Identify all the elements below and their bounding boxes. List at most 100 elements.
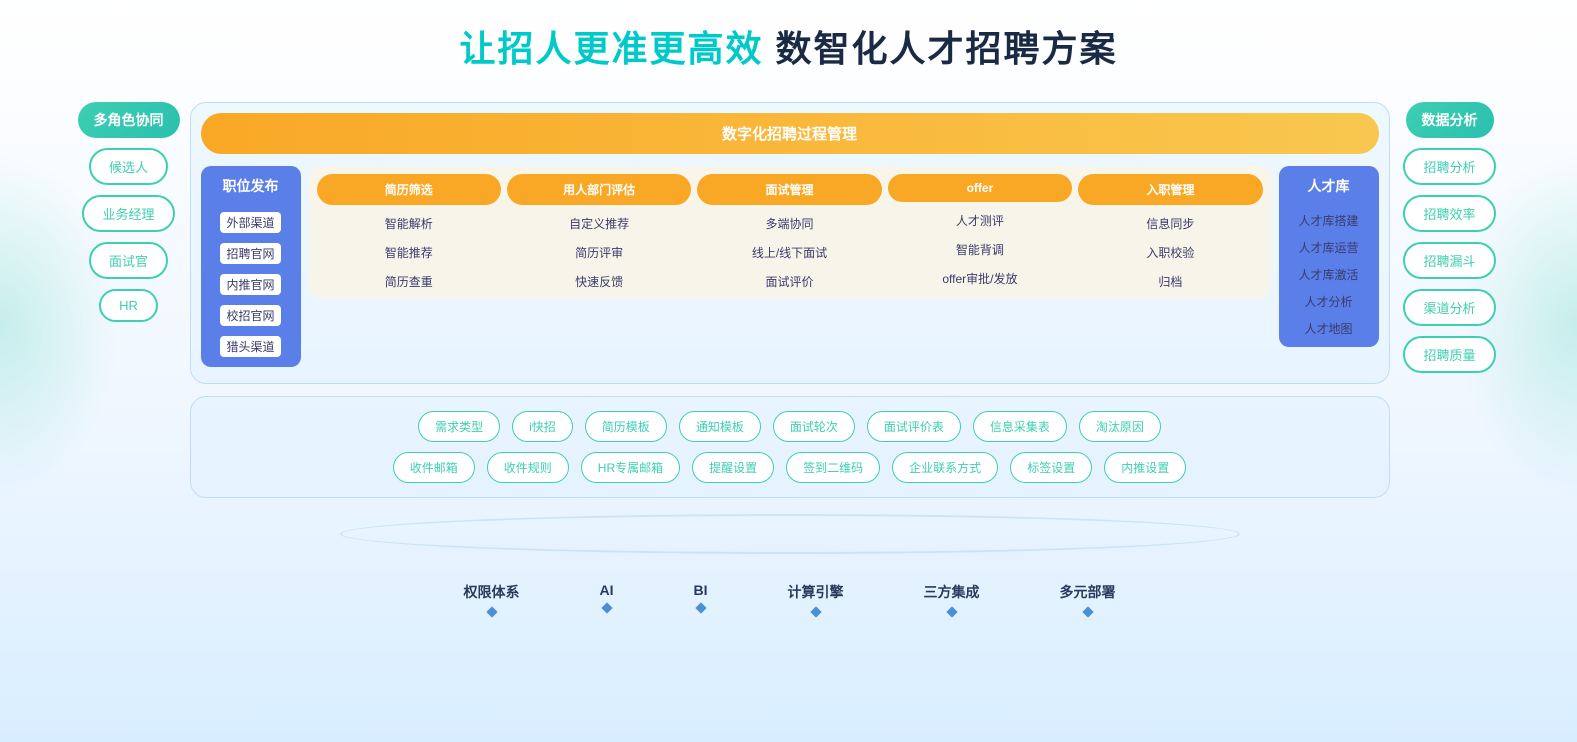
process-steps: 简历筛选 智能解析 智能推荐 简历查重 用人部门评估 自定义推荐 [309,166,1271,298]
bottom-label-4: 三方集成 [924,582,980,616]
right-pill-4: 招聘质量 [1403,336,1495,373]
tools-row-2: 收件邮箱 收件规则 HR专属邮箱 提醒设置 签到二维码 企业联系方式 标签设置 … [211,452,1369,483]
step-col-4: 入职管理 信息同步 入职校验 归档 [1078,174,1262,290]
talent-item-3: 人才分析 [1304,293,1352,310]
tool-8: 收件邮箱 [393,452,475,483]
talent-item-4: 人才地图 [1304,320,1352,337]
step-header-0: 简历筛选 [317,174,501,205]
job-posting-title: 职位发布 [223,176,279,196]
main-title: 让招人更准更高效 数智化人才招聘方案 [0,20,1577,72]
right-sidebar-title: 数据分析 [1406,102,1494,138]
tool-13: 企业联系方式 [892,452,998,483]
job-posting-items: 外部渠道 招聘官网 内推官网 校招官网 猎头渠道 [220,212,280,357]
step-0-item-0: 智能解析 [385,215,433,232]
bottom-dot-2 [695,602,706,613]
tool-11: 提醒设置 [692,452,774,483]
bottom-dot-5 [1082,606,1093,617]
left-sidebar-title: 多角色协同 [78,102,180,138]
step-3-item-1: 智能背调 [956,241,1004,258]
step-2-item-0: 多端协同 [766,215,814,232]
step-0-item-2: 简历查重 [385,273,433,290]
title-part1: 让招人更准更高效 [459,28,763,69]
right-pill-0: 招聘分析 [1403,148,1495,185]
page-wrapper: 让招人更准更高效 数智化人才招聘方案 多角色协同 候选人 业务经理 面试官 HR… [0,0,1577,742]
tool-10: HR专属邮箱 [581,452,680,483]
right-sidebar: 数据分析 招聘分析 招聘效率 招聘漏斗 渠道分析 招聘质量 [1400,102,1500,373]
job-item-2: 内推官网 [220,274,280,295]
job-posting-column: 职位发布 外部渠道 招聘官网 内推官网 校招官网 猎头渠道 [201,166,301,367]
step-items-1: 自定义推荐 简历评审 快速反馈 [507,215,691,290]
bottom-label-1: AI [600,582,614,616]
talent-pool-column: 人才库 人才库搭建 人才库运营 人才库激活 人才分析 人才地图 [1279,166,1379,347]
step-col-1: 用人部门评估 自定义推荐 简历评审 快速反馈 [507,174,691,290]
tool-0: 需求类型 [418,411,500,442]
step-3-item-2: offer审批/发放 [942,270,1017,287]
bottom-label-5: 多元部署 [1060,582,1116,616]
bottom-dot-0 [486,606,497,617]
tool-14: 标签设置 [1010,452,1092,483]
process-header: 数字化招聘过程管理 [201,113,1379,154]
job-item-3: 校招官网 [220,305,280,326]
sidebar-pill-candidate: 候选人 [89,148,168,185]
step-items-0: 智能解析 智能推荐 简历查重 [317,215,501,290]
tools-rows: 需求类型 i快招 简历模板 通知模板 面试轮次 面试评价表 信息采集表 淘汰原因… [211,411,1369,483]
tool-1: i快招 [512,411,573,442]
tool-3: 通知模板 [679,411,761,442]
step-header-4: 入职管理 [1078,174,1262,205]
bottom-label-0: 权限体系 [464,582,520,616]
step-2-item-2: 面试评价 [766,273,814,290]
step-header-1: 用人部门评估 [507,174,691,205]
bottom-label-3: 计算引擎 [788,582,844,616]
tools-area: 需求类型 i快招 简历模板 通知模板 面试轮次 面试评价表 信息采集表 淘汰原因… [190,396,1390,498]
step-col-2: 面试管理 多端协同 线上/线下面试 面试评价 [697,174,881,290]
step-3-item-0: 人才测评 [956,212,1004,229]
step-2-item-1: 线上/线下面试 [752,244,827,261]
tool-7: 淘汰原因 [1079,411,1161,442]
step-1-item-1: 简历评审 [575,244,623,261]
tool-2: 简历模板 [585,411,667,442]
step-items-3: 人才测评 智能背调 offer审批/发放 [888,212,1072,287]
tool-9: 收件规则 [487,452,569,483]
right-pill-2: 招聘漏斗 [1403,242,1495,279]
tool-4: 面试轮次 [773,411,855,442]
talent-pool-title: 人才库 [1308,176,1350,196]
job-item-4: 猎头渠道 [220,336,280,357]
center-main: 数字化招聘过程管理 职位发布 外部渠道 招聘官网 内推官网 校招官网 猎头渠道 [190,102,1390,616]
step-col-0: 简历筛选 智能解析 智能推荐 简历查重 [317,174,501,290]
job-item-1: 招聘官网 [220,243,280,264]
step-header-2: 面试管理 [697,174,881,205]
tool-5: 面试评价表 [867,411,961,442]
process-columns: 职位发布 外部渠道 招聘官网 内推官网 校招官网 猎头渠道 [201,166,1379,367]
job-item-0: 外部渠道 [220,212,280,233]
step-1-item-2: 快速反馈 [575,273,623,290]
talent-pool-items: 人才库搭建 人才库运营 人才库激活 人才分析 人才地图 [1298,212,1358,337]
step-header-3: offer [888,174,1072,202]
sidebar-pill-interviewer: 面试官 [89,242,168,279]
step-4-item-1: 入职校验 [1146,244,1194,261]
bottom-labels: 权限体系 AI BI 计算引擎 三方集成 [190,582,1390,616]
step-1-item-0: 自定义推荐 [569,215,629,232]
bottom-dot-4 [946,606,957,617]
sidebar-pill-bizmanager: 业务经理 [82,195,174,232]
talent-item-1: 人才库运营 [1298,239,1358,256]
step-4-item-0: 信息同步 [1146,215,1194,232]
step-col-3: offer 人才测评 智能背调 offer审批/发放 [888,174,1072,290]
process-area: 数字化招聘过程管理 职位发布 外部渠道 招聘官网 内推官网 校招官网 猎头渠道 [190,102,1390,384]
talent-item-0: 人才库搭建 [1298,212,1358,229]
bottom-dot-3 [810,606,821,617]
tool-6: 信息采集表 [973,411,1067,442]
tool-12: 签到二维码 [786,452,880,483]
step-0-item-1: 智能推荐 [385,244,433,261]
bottom-dot-1 [601,602,612,613]
step-items-4: 信息同步 入职校验 归档 [1078,215,1262,290]
step-4-item-2: 归档 [1158,273,1182,290]
bottom-label-2: BI [694,582,708,616]
title-part2: 数智化人才招聘方案 [764,28,1118,69]
tools-row-1: 需求类型 i快招 简历模板 通知模板 面试轮次 面试评价表 信息采集表 淘汰原因 [211,411,1369,442]
step-items-2: 多端协同 线上/线下面试 面试评价 [697,215,881,290]
sidebar-pill-hr: HR [99,289,158,322]
body-layout: 多角色协同 候选人 业务经理 面试官 HR 数字化招聘过程管理 职位发布 外部渠… [0,102,1577,616]
right-pill-3: 渠道分析 [1403,289,1495,326]
tool-15: 内推设置 [1104,452,1186,483]
right-pill-1: 招聘效率 [1403,195,1495,232]
